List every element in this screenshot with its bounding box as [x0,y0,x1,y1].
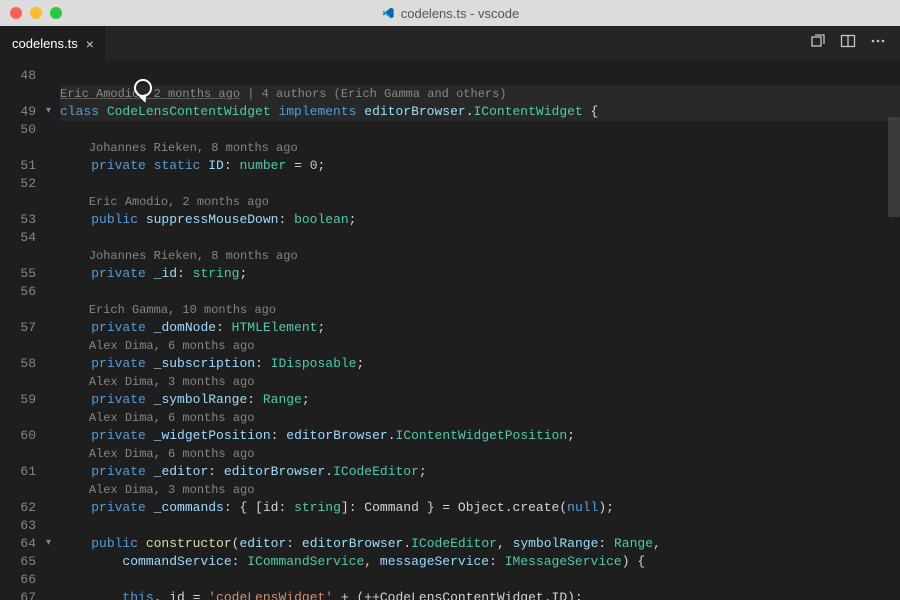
editor-tab-bar: codelens.ts × [0,26,900,61]
vscode-icon [381,6,395,20]
code-content[interactable]: Eric Amodio, 2 months ago | 4 authors (E… [60,61,900,600]
git-blame-annotation: Johannes Rieken, 8 months ago [60,139,900,157]
tab-codelens[interactable]: codelens.ts × [0,26,107,61]
tab-actions [810,26,900,61]
line-number-gutter: 48 49 50 51 52 53 54 55 56 57 58 59 60 6… [0,61,46,600]
window-title: codelens.ts - vscode [381,6,520,21]
line-number: 48 [0,67,36,85]
maximize-window-button[interactable] [50,7,62,19]
open-changes-icon[interactable] [810,33,826,54]
editor-area: 48 49 50 51 52 53 54 55 56 57 58 59 60 6… [0,61,900,600]
window-title-text: codelens.ts - vscode [401,6,520,21]
minimize-window-button[interactable] [30,7,42,19]
close-window-button[interactable] [10,7,22,19]
split-editor-icon[interactable] [840,33,856,54]
vertical-scrollbar-thumb[interactable] [888,117,900,217]
codelens-author-link[interactable]: Eric Amodio, 2 months ago [60,87,240,101]
close-tab-icon[interactable]: × [86,37,94,51]
mac-titlebar: codelens.ts - vscode [0,0,900,26]
tab-label: codelens.ts [12,36,78,51]
window-controls [0,7,62,19]
codelens-line[interactable]: Eric Amodio, 2 months ago | 4 authors (E… [60,85,900,103]
fold-gutter: ▾ ▾ [46,61,60,600]
fold-icon[interactable]: ▾ [46,103,60,121]
fold-icon[interactable]: ▾ [46,535,60,553]
more-actions-icon[interactable] [870,33,886,54]
